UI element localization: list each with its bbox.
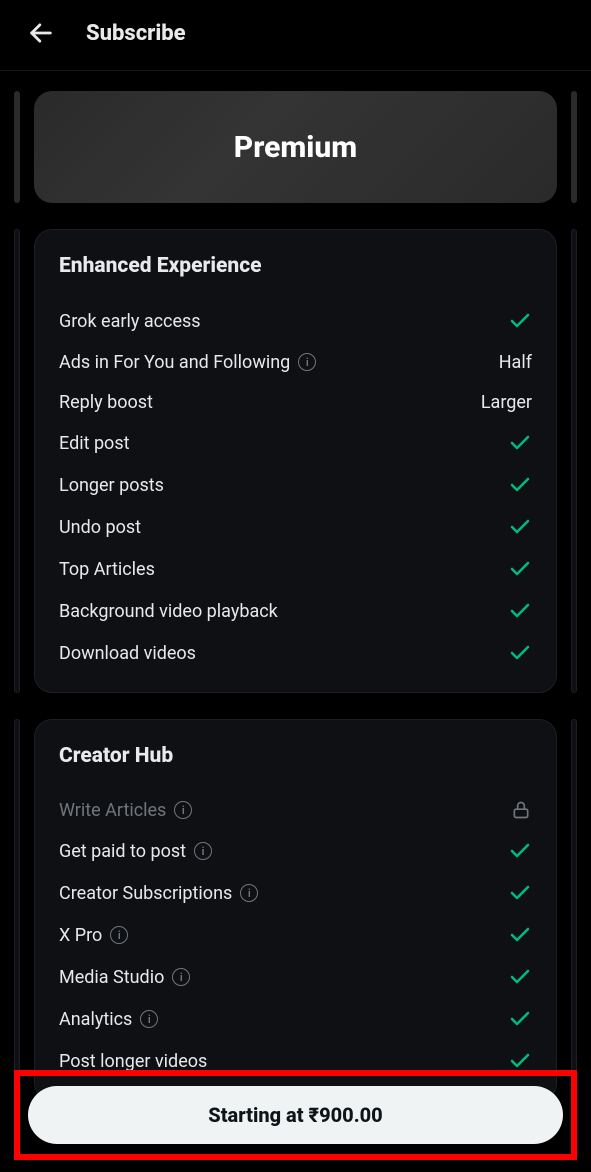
- check-icon: [508, 965, 532, 989]
- feature-value: Half: [499, 352, 532, 373]
- feature-label: Get paid to post: [59, 841, 186, 862]
- info-icon[interactable]: i: [240, 884, 258, 902]
- subscribe-cta-button[interactable]: Starting at ₹900.00: [28, 1086, 563, 1144]
- feature-label: Grok early access: [59, 311, 201, 332]
- feature-label: Ads in For You and Following: [59, 352, 290, 373]
- feature-label: Top Articles: [59, 559, 155, 580]
- feature-label: Background video playback: [59, 601, 278, 622]
- feature-bg-video: Background video playback: [59, 590, 532, 632]
- check-icon: [508, 881, 532, 905]
- creator-scroll: Creator Hub Write Articles i Get paid to…: [14, 719, 577, 1101]
- info-icon[interactable]: i: [298, 353, 316, 371]
- enhanced-scroll: Enhanced Experience Grok early access Ad…: [14, 229, 577, 693]
- info-icon[interactable]: i: [194, 842, 212, 860]
- feature-value: Larger: [481, 392, 532, 413]
- feature-label: Edit post: [59, 433, 130, 454]
- section-title-enhanced: Enhanced Experience: [59, 254, 532, 278]
- feature-reply-boost: Reply boost Larger: [59, 382, 532, 422]
- feature-label: Analytics: [59, 1009, 132, 1030]
- info-icon[interactable]: i: [110, 926, 128, 944]
- feature-x-pro: X Pro i: [59, 914, 532, 956]
- check-icon: [508, 309, 532, 333]
- feature-label: Creator Subscriptions: [59, 883, 232, 904]
- feature-label: Download videos: [59, 643, 196, 664]
- panel-prev-edge[interactable]: [14, 229, 20, 693]
- info-icon[interactable]: i: [172, 968, 190, 986]
- feature-label: Longer posts: [59, 475, 164, 496]
- check-icon: [508, 515, 532, 539]
- arrow-left-icon: [27, 19, 55, 47]
- feature-label: Reply boost: [59, 392, 153, 413]
- feature-label: Undo post: [59, 517, 141, 538]
- feature-ads: Ads in For You and Following i Half: [59, 342, 532, 382]
- feature-write-articles: Write Articles i: [59, 790, 532, 830]
- feature-label: Post longer videos: [59, 1051, 207, 1072]
- check-icon: [508, 557, 532, 581]
- feature-label: Write Articles: [59, 800, 166, 821]
- info-icon[interactable]: i: [174, 801, 192, 819]
- section-title-creator: Creator Hub: [59, 744, 532, 768]
- cta-highlight-box: Starting at ₹900.00: [14, 1070, 577, 1160]
- info-icon[interactable]: i: [140, 1010, 158, 1028]
- feature-grok: Grok early access: [59, 300, 532, 342]
- feature-label: Media Studio: [59, 967, 164, 988]
- feature-edit-post: Edit post: [59, 422, 532, 464]
- check-icon: [508, 839, 532, 863]
- feature-longer-posts: Longer posts: [59, 464, 532, 506]
- enhanced-experience-panel: Enhanced Experience Grok early access Ad…: [34, 229, 557, 693]
- panel-next-edge[interactable]: [571, 719, 577, 1101]
- content: Premium Enhanced Experience Grok early a…: [0, 71, 591, 1101]
- feature-label: X Pro: [59, 925, 102, 946]
- tier-card-prev-edge[interactable]: [14, 91, 20, 203]
- page-title: Subscribe: [86, 21, 186, 46]
- panel-next-edge[interactable]: [571, 229, 577, 693]
- check-icon: [508, 923, 532, 947]
- creator-hub-panel: Creator Hub Write Articles i Get paid to…: [34, 719, 557, 1101]
- feature-creator-subs: Creator Subscriptions i: [59, 872, 532, 914]
- tier-label: Premium: [234, 130, 357, 165]
- panel-prev-edge[interactable]: [14, 719, 20, 1101]
- back-button[interactable]: [24, 16, 58, 50]
- check-icon: [508, 473, 532, 497]
- feature-analytics: Analytics i: [59, 998, 532, 1040]
- check-icon: [508, 641, 532, 665]
- topbar: Subscribe: [0, 0, 591, 71]
- feature-top-articles: Top Articles: [59, 548, 532, 590]
- feature-media-studio: Media Studio i: [59, 956, 532, 998]
- tier-carousel[interactable]: Premium: [14, 91, 577, 203]
- check-icon: [508, 599, 532, 623]
- lock-icon: [510, 799, 532, 821]
- tier-card-premium[interactable]: Premium: [34, 91, 557, 203]
- cta-label: Starting at ₹900.00: [208, 1103, 382, 1127]
- tier-card-next-edge[interactable]: [571, 91, 577, 203]
- feature-get-paid: Get paid to post i: [59, 830, 532, 872]
- check-icon: [508, 431, 532, 455]
- check-icon: [508, 1007, 532, 1031]
- feature-undo-post: Undo post: [59, 506, 532, 548]
- feature-download-videos: Download videos: [59, 632, 532, 674]
